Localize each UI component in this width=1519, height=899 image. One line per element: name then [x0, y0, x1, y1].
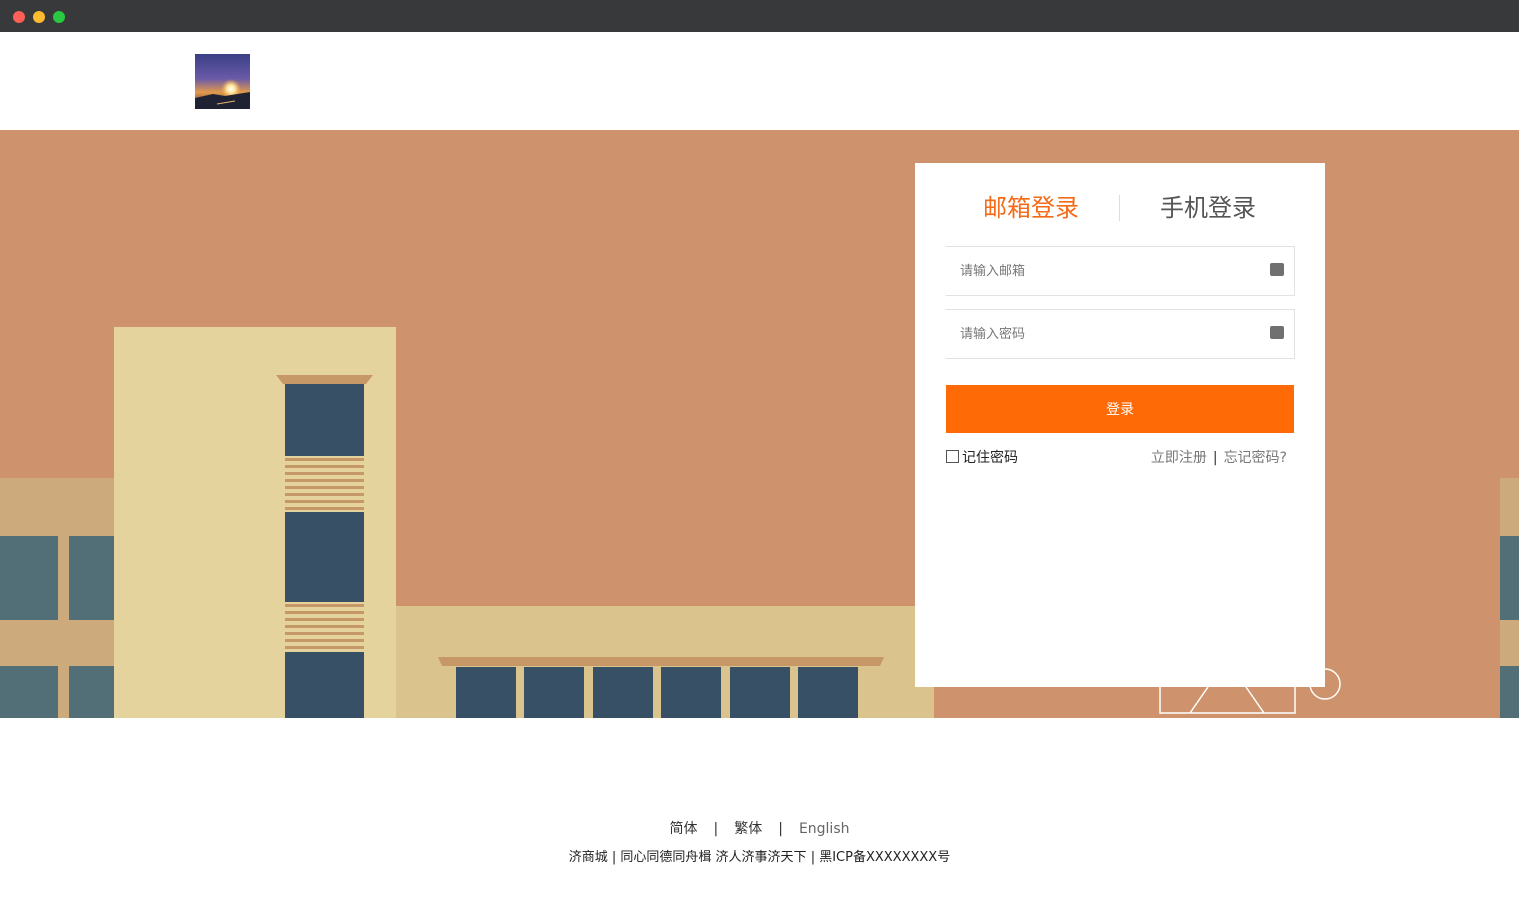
site-logo[interactable] — [195, 54, 250, 109]
keyboard-icon[interactable] — [1270, 258, 1284, 276]
lang-separator: | — [778, 821, 783, 837]
lang-traditional[interactable]: 繁体 — [734, 821, 762, 837]
lang-simplified[interactable]: 简体 — [670, 821, 698, 837]
remember-checkbox[interactable] — [946, 450, 959, 463]
password-field-container — [945, 309, 1295, 359]
site-header — [0, 32, 1519, 130]
close-window-button[interactable] — [13, 11, 25, 23]
lang-english[interactable]: English — [799, 821, 850, 837]
password-input[interactable] — [960, 310, 1260, 358]
remember-label: 记住密码 — [962, 450, 1018, 466]
maximize-window-button[interactable] — [53, 11, 65, 23]
lang-separator: | — [713, 821, 719, 837]
tab-phone-login[interactable]: 手机登录 — [1160, 191, 1256, 225]
language-switcher: 简体 | 繁体 | English — [0, 820, 1519, 838]
footer-copyright: 济商城 | 同心同德同舟楫 济人济事济天下 | 黑ICP备XXXXXXXX号 — [568, 850, 951, 865]
tab-divider — [1119, 195, 1120, 221]
minimize-window-button[interactable] — [33, 11, 45, 23]
login-button[interactable]: 登录 — [946, 385, 1294, 433]
remember-password[interactable]: 记住密码 — [946, 450, 1018, 466]
keyboard-icon[interactable] — [1270, 321, 1284, 339]
register-link[interactable]: 立即注册 — [1151, 450, 1207, 466]
tab-email-login[interactable]: 邮箱登录 — [983, 191, 1079, 225]
email-input[interactable] — [960, 247, 1260, 295]
email-field-container — [945, 246, 1295, 296]
login-panel: 邮箱登录 手机登录 登录 记住密码 立即注册 | 忘记密码? — [915, 163, 1325, 687]
login-tabs: 邮箱登录 手机登录 — [915, 191, 1325, 225]
link-separator: | — [1212, 450, 1218, 466]
account-links: 立即注册 | 忘记密码? — [1151, 450, 1287, 466]
forgot-password-link[interactable]: 忘记密码? — [1224, 450, 1287, 466]
browser-titlebar — [0, 0, 1519, 32]
